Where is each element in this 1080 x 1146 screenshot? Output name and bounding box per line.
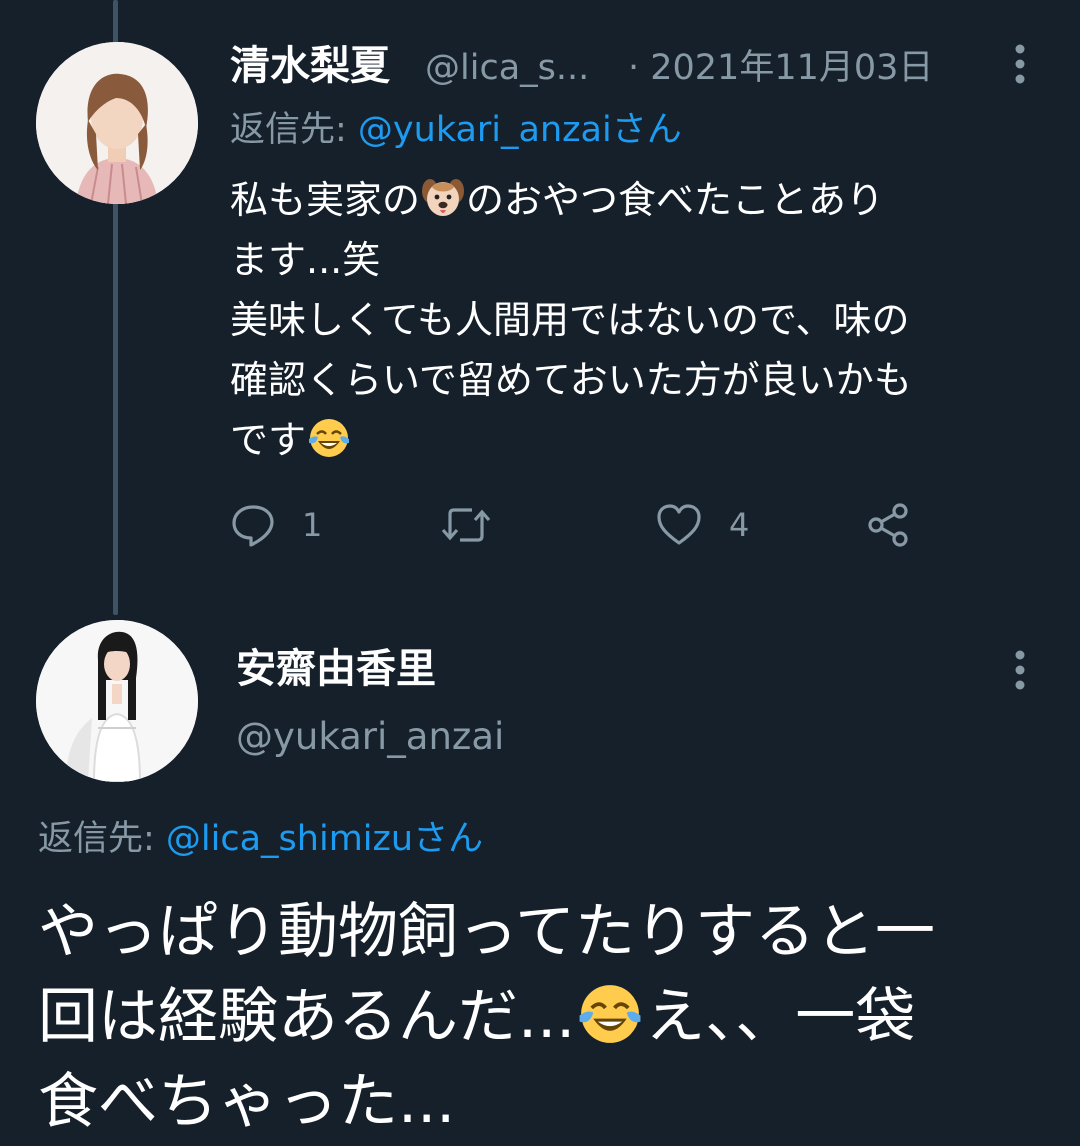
tears-of-joy-emoji: [309, 419, 350, 457]
replying-to: 返信先: @yukari_anzaiさん: [230, 106, 682, 154]
replying-to: 返信先: @lica_shimizuさん: [38, 815, 483, 863]
author-name[interactable]: 清水梨夏: [230, 40, 390, 92]
tweet-text-fragment: のおやつ食べたことあり: [466, 178, 885, 222]
retweet-icon: [441, 508, 491, 542]
like-count: 4: [729, 506, 750, 544]
tweet-text-fragment: 私も実家の: [230, 178, 421, 222]
reply-button[interactable]: 1: [230, 500, 322, 550]
tweet-text-fragment: え、、一袋: [645, 982, 916, 1052]
tweet-text-line: やっぱり動物飼ってたりすると一: [38, 897, 935, 967]
tears-of-joy-emoji: [579, 985, 641, 1043]
reply-count: 1: [302, 506, 323, 544]
tweet-text-fragment: 回は経験あるんだ...: [38, 982, 576, 1052]
like-button[interactable]: 4: [655, 500, 749, 550]
more-vertical-icon[interactable]: [1010, 648, 1030, 692]
tweet-text-line: 確認くらいで留めておいた方が良いかも: [230, 358, 912, 402]
avatar[interactable]: [36, 620, 198, 782]
heart-icon: [657, 504, 701, 545]
tweet-text: やっぱり動物飼ってたりすると一 回は経験あるんだ... え、、一袋 食べちゃった…: [38, 890, 1058, 1145]
tweet-text-line: 美味しくても人間用ではないので、味の: [230, 298, 910, 342]
tweet-text: 私も実家の のおやつ食べたことあり ます...笑 美味しくても人間用ではないので…: [230, 170, 1050, 470]
author-handle[interactable]: @yukari_anzai: [236, 712, 504, 762]
tweet-text-line: 私も実家の のおやつ食べたことあり: [230, 170, 1050, 230]
share-button[interactable]: [865, 500, 913, 550]
avatar[interactable]: [36, 42, 198, 204]
tweet-date[interactable]: · 2021年11月03日: [628, 44, 933, 92]
replying-to-link[interactable]: @lica_shimizuさん: [166, 819, 483, 859]
replying-to-link[interactable]: @yukari_anzaiさん: [358, 110, 682, 150]
tweet-text-line: 食べちゃった...: [38, 1067, 456, 1137]
tweet-text-fragment: です: [230, 418, 307, 462]
tweet-text-line: 回は経験あるんだ... え、、一袋: [38, 975, 1058, 1060]
author-handle[interactable]: @lica_s...: [425, 44, 589, 92]
tweet-text-line: ます...笑: [230, 238, 381, 282]
share-icon: [868, 503, 908, 547]
replying-to-label: 返信先:: [38, 819, 166, 859]
retweet-button[interactable]: [440, 500, 518, 550]
tweet-text-line: です: [230, 410, 1050, 470]
comment-icon: [232, 505, 274, 547]
replying-to-label: 返信先:: [230, 110, 358, 150]
author-name[interactable]: 安齋由香里: [236, 642, 436, 696]
dog-face-emoji: [422, 179, 465, 216]
tweet-actions: 1 4: [230, 500, 930, 550]
more-vertical-icon[interactable]: [1010, 42, 1030, 86]
